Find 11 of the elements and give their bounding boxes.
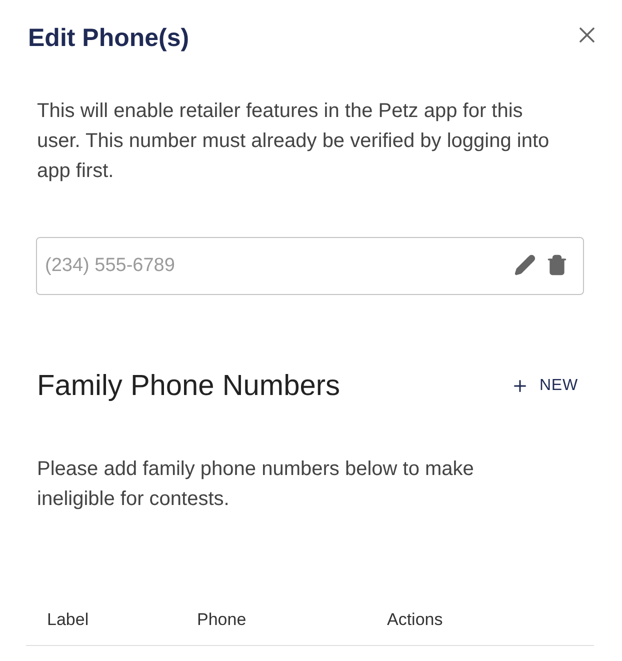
column-header: Actions (387, 610, 443, 628)
column-header: Label (47, 610, 89, 628)
edit-icon[interactable] (514, 254, 536, 276)
column-header: Phone (197, 610, 246, 628)
dialog-title: Edit Phone(s) (28, 23, 190, 54)
new-button[interactable]: NEW (511, 374, 578, 398)
section-heading: Family Phone Numbers (37, 368, 340, 404)
phone-field[interactable]: (234) 555-6789 (36, 236, 584, 294)
description-text: This will enable retailer features in the Petz app for this user. This number must already be verified by logging into app first. (37, 98, 550, 184)
section-description: Please add family phone numbers below to make ineligible for contests. (37, 457, 475, 512)
delete-icon[interactable] (546, 254, 568, 276)
